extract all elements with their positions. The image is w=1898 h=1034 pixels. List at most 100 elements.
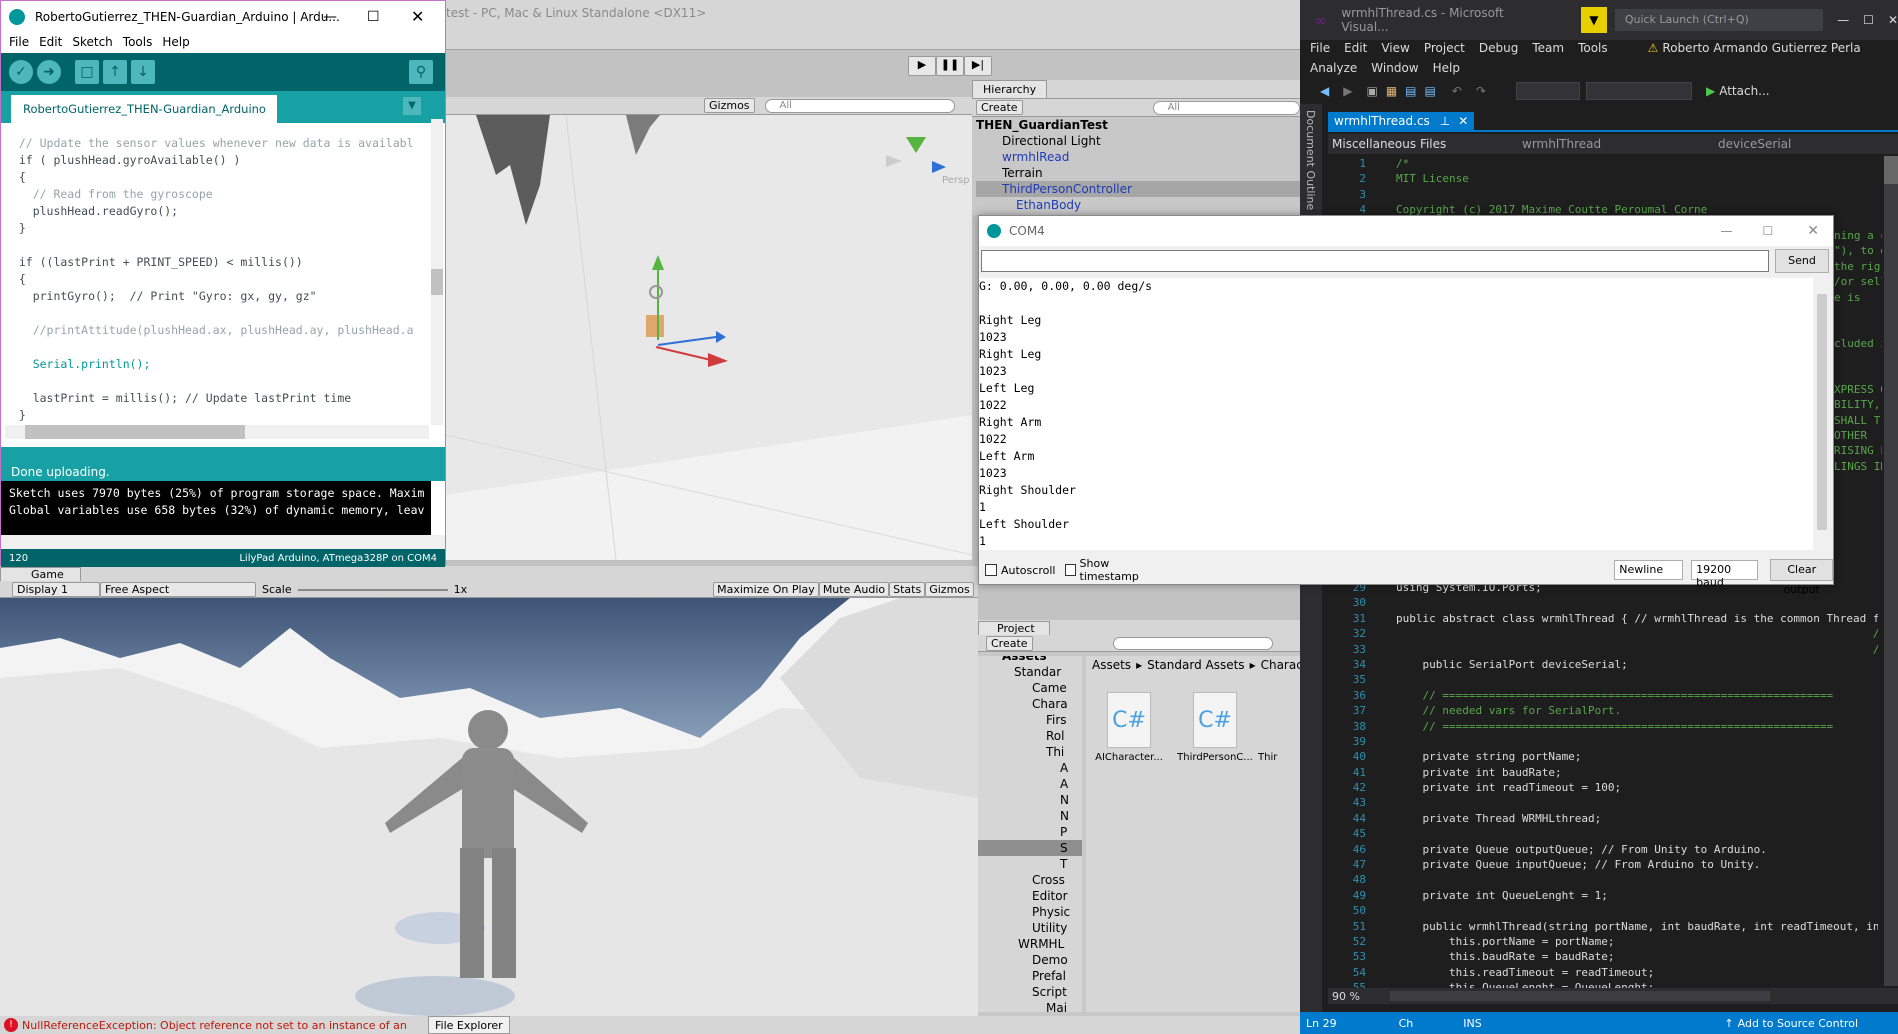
project-search-input[interactable] (1112, 637, 1273, 650)
project-tree-item[interactable]: Demo (978, 952, 1082, 968)
clear-output-button[interactable]: Clear output (1770, 559, 1833, 596)
close-tab-icon[interactable]: ✕ (1458, 114, 1468, 128)
maximize-icon[interactable]: ☐ (1763, 224, 1774, 238)
sketch-tab[interactable]: RobertoGutierrez_THEN-Guardian_Arduino (11, 95, 277, 123)
project-tree-item[interactable]: Utility (978, 920, 1082, 936)
vs-code-main[interactable]: 29 using System.IO.Ports; 30 31 public abs… (1330, 580, 1878, 990)
start-icon[interactable]: ▶ (1706, 84, 1715, 98)
scene-gizmos-button[interactable]: Gizmos (704, 98, 755, 113)
close-icon[interactable]: ✕ (411, 1, 424, 33)
verify-button[interactable]: ✓ (9, 60, 33, 84)
scroll-thumb[interactable] (431, 269, 443, 295)
hierarchy-item[interactable]: Directional Light (976, 133, 1300, 149)
baud-rate-select[interactable]: 19200 baud (1691, 560, 1759, 589)
code-editor[interactable]: // Update the sensor values whenever new… (5, 135, 429, 423)
serial-monitor-button[interactable]: ⚲ (409, 60, 433, 84)
vs-menu-item[interactable]: Tools (1578, 41, 1608, 55)
add-to-source-control-button[interactable]: Add to Source Control (1738, 1017, 1858, 1030)
scroll-thumb[interactable] (1817, 294, 1827, 530)
menu-edit[interactable]: Edit (39, 35, 62, 49)
serial-output[interactable]: G: 0.00, 0.00, 0.00 deg/s Right Leg 1023… (979, 278, 1813, 550)
project-create-button[interactable]: Create (986, 636, 1033, 651)
open-folder-icon[interactable]: ▦ (1386, 84, 1397, 98)
project-tree-item-selected[interactable]: S (978, 840, 1082, 856)
save-all-icon[interactable]: ▤ (1425, 84, 1436, 98)
vs-menu-item[interactable]: Edit (1344, 41, 1367, 55)
asset-file[interactable]: C# ThirdPersonC... (1172, 692, 1258, 763)
scroll-thumb[interactable] (1884, 156, 1898, 184)
project-tree-item[interactable]: Cross (978, 872, 1082, 888)
pause-button[interactable]: ❚❚ (936, 56, 964, 76)
new-project-icon[interactable]: ▣ (1366, 84, 1377, 98)
project-tree-item[interactable]: Mai (978, 1000, 1082, 1012)
doc-tab-wrmhlthread[interactable]: wrmhlThread.cs ⊥ ✕ (1328, 112, 1475, 130)
editor-vscrollbar[interactable] (431, 119, 443, 425)
project-tree-item[interactable]: A (978, 760, 1082, 776)
vs-menu-item[interactable]: Analyze (1310, 61, 1357, 75)
project-tree-item[interactable]: Prefal (978, 968, 1082, 984)
vs-vscrollbar[interactable] (1884, 156, 1898, 986)
class-nav-select[interactable]: wrmhlThread (1522, 137, 1718, 151)
scroll-thumb[interactable] (25, 425, 245, 439)
display-select[interactable]: Display 1 (12, 582, 100, 597)
undo-icon[interactable]: ↶ (1452, 84, 1462, 98)
project-tree-item[interactable]: Chara (978, 696, 1082, 712)
vs-menu-item[interactable]: View (1381, 41, 1409, 55)
project-tab[interactable]: Project (978, 621, 1050, 635)
menu-tools[interactable]: Tools (123, 35, 153, 49)
zoom-level[interactable]: 90 % (1332, 990, 1360, 1003)
project-tree-item[interactable]: WRMHL (978, 936, 1082, 952)
hierarchy-item[interactable]: Terrain (976, 165, 1300, 181)
forward-icon[interactable]: ▶ (1343, 84, 1352, 98)
autoscroll-checkbox[interactable]: Autoscroll (985, 564, 1055, 577)
hierarchy-scene-item[interactable]: THEN_GuardianTest (976, 117, 1300, 133)
minimize-icon[interactable]: — (1837, 13, 1849, 27)
menu-sketch[interactable]: Sketch (72, 35, 112, 49)
attach-button[interactable]: Attach... (1719, 84, 1769, 98)
console-hscrollbar[interactable] (1, 535, 445, 549)
project-tree-item[interactable]: Script (978, 984, 1082, 1000)
serial-send-input[interactable] (981, 250, 1769, 272)
vs-menu-item[interactable]: File (1310, 41, 1330, 55)
hierarchy-tab[interactable]: Hierarchy (972, 80, 1048, 98)
step-button[interactable]: ▶| (964, 56, 992, 76)
minimize-icon[interactable]: — (1721, 224, 1733, 238)
asset-file[interactable]: Thir (1258, 692, 1298, 763)
project-tree-item[interactable]: Standar (978, 664, 1082, 680)
vs-code-top[interactable]: 1/* 2 MIT License 3 4 Copyright (c) 2017 M… (1330, 156, 1878, 216)
vs-hscrollbar[interactable] (1389, 991, 1770, 1001)
vs-menu-item[interactable]: Help (1433, 61, 1460, 75)
game-tab[interactable]: Game (0, 567, 81, 581)
project-tree-item[interactable]: Editor (978, 888, 1082, 904)
close-icon[interactable]: ✕ (1888, 13, 1898, 27)
quick-launch-input[interactable]: Quick Launch (Ctrl+Q) (1614, 9, 1824, 31)
project-nav-select[interactable]: Miscellaneous Files (1332, 137, 1522, 151)
maximize-on-play-toggle[interactable]: Maximize On Play (713, 582, 819, 597)
menu-help[interactable]: Help (162, 35, 189, 49)
project-tree-item[interactable]: T (978, 856, 1082, 872)
upload-button[interactable]: ➜ (37, 60, 61, 84)
project-tree-item[interactable]: Rol (978, 728, 1082, 744)
vs-menu-item[interactable]: Project (1424, 41, 1465, 55)
config-select[interactable] (1515, 82, 1580, 100)
breadcrumb-item[interactable]: Charac (1261, 658, 1300, 672)
vs-menu-item[interactable]: Window (1371, 61, 1418, 75)
menu-file[interactable]: File (9, 35, 29, 49)
project-tree-item[interactable]: Assets (978, 656, 1082, 664)
close-icon[interactable]: ✕ (1807, 223, 1819, 239)
asset-file[interactable]: C# AICharacter... (1086, 692, 1172, 763)
game-viewport[interactable] (0, 598, 978, 1016)
hierarchy-create-button[interactable]: Create (976, 100, 1023, 115)
document-outline-tab[interactable]: Document Outline (1304, 110, 1317, 210)
scale-slider[interactable] (297, 588, 448, 591)
back-icon[interactable]: ◀ (1320, 84, 1329, 98)
open-button[interactable]: ↑ (103, 60, 127, 84)
save-button[interactable]: ↓ (131, 60, 155, 84)
project-tree-item[interactable]: N (978, 792, 1082, 808)
mute-audio-toggle[interactable]: Mute Audio (818, 582, 890, 597)
hierarchy-item[interactable]: wrmhlRead (976, 149, 1300, 165)
line-ending-select[interactable]: Newline (1614, 560, 1684, 580)
timestamp-checkbox[interactable]: Show timestamp (1065, 557, 1154, 583)
vs-menu-item[interactable]: Debug (1479, 41, 1518, 55)
maximize-icon[interactable]: ☐ (1863, 13, 1874, 27)
